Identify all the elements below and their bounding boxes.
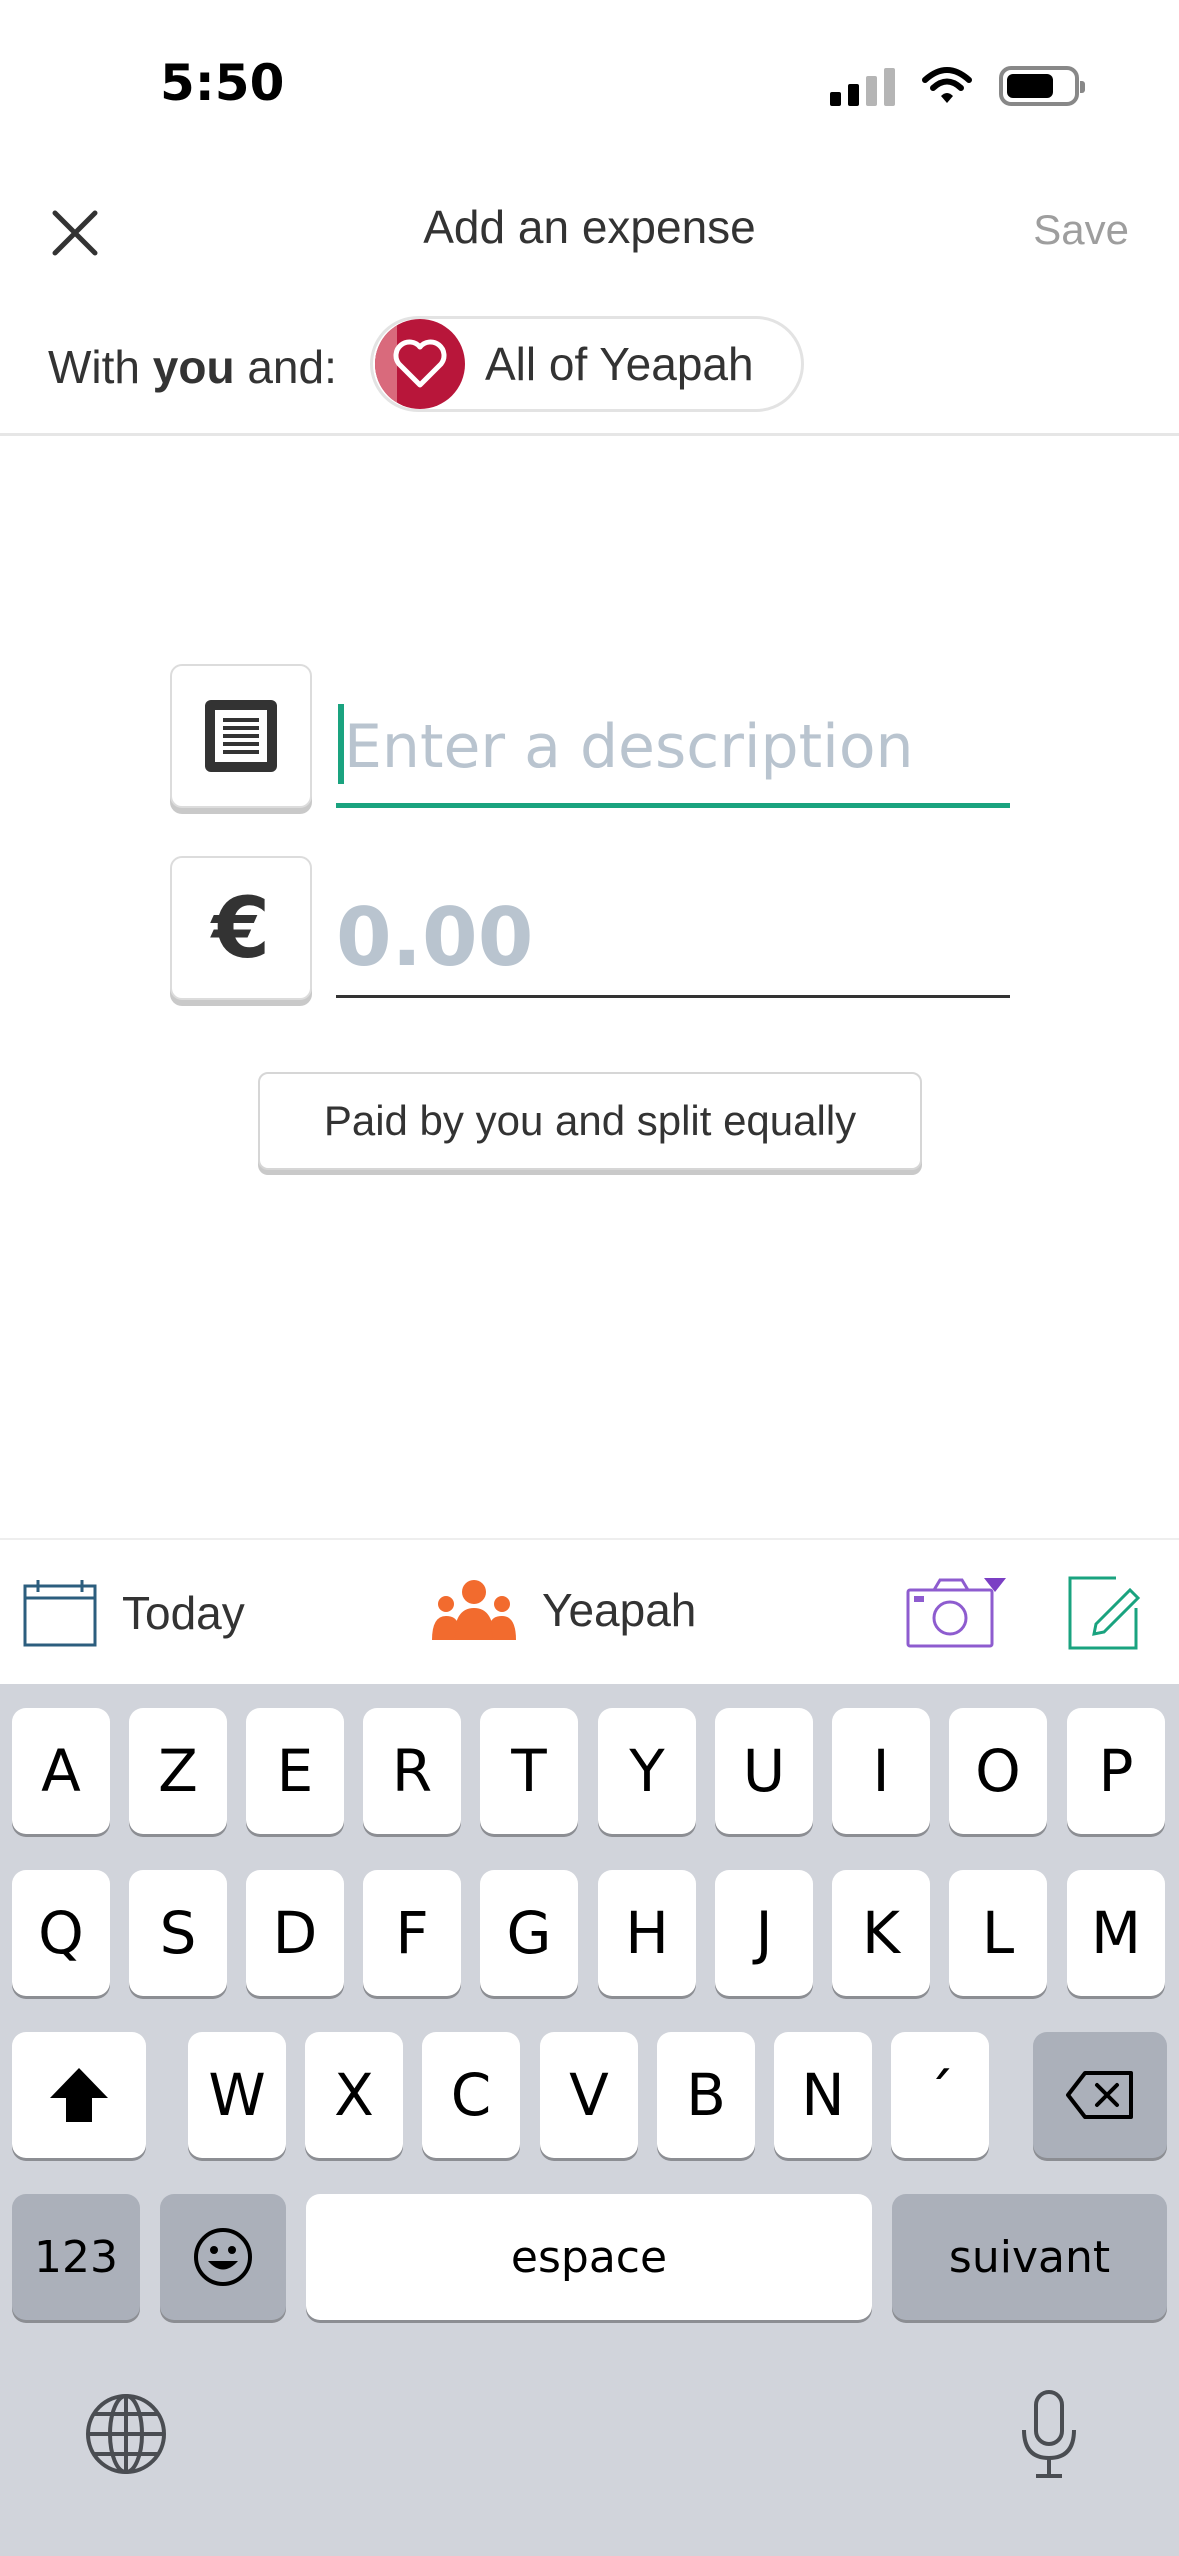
key-k[interactable]: K [832,1870,930,1996]
euro-icon: € [211,879,271,977]
camera-icon [906,1578,1006,1648]
keyboard: A Z E R T Y U I O P Q S D F G H J K L M … [0,1684,1179,2556]
calendar-icon [23,1580,97,1647]
key-v[interactable]: V [540,2032,638,2158]
status-bar: 5:50 [0,0,1179,170]
key-l[interactable]: L [949,1870,1047,1996]
with-row: With you and: All of Yeapah [0,310,1179,436]
key-f[interactable]: F [363,1870,461,1996]
microphone-icon [1022,2390,1076,2478]
wifi-icon [922,67,972,103]
key-m[interactable]: M [1067,1870,1165,1996]
status-icons [830,66,1085,106]
header: Add an expense Save [0,170,1179,290]
key-j[interactable]: J [715,1870,813,1996]
text-caret [338,704,344,784]
with-label: With you and: [48,341,337,393]
accessory-bar: Today Yeapah [0,1538,1179,1684]
key-r[interactable]: R [363,1708,461,1834]
key-y[interactable]: Y [598,1708,696,1834]
category-button[interactable] [170,664,312,808]
group-label: Yeapah [542,1584,697,1636]
description-field [336,690,1010,808]
receipt-icon [205,700,277,772]
amount-input[interactable] [336,880,1010,995]
group-avatar [375,319,465,409]
key-q[interactable]: Q [12,1870,110,1996]
shift-key[interactable] [12,2032,146,2158]
currency-button[interactable]: € [170,856,312,1000]
key-h[interactable]: H [598,1870,696,1996]
globe-icon [86,2394,166,2474]
save-button[interactable]: Save [1033,206,1129,254]
date-label: Today [122,1587,245,1639]
key-c[interactable]: C [422,2032,520,2158]
backspace-icon [1066,2071,1133,2119]
shift-icon [50,2068,108,2122]
description-input[interactable] [336,690,1010,803]
heart-icon [393,339,447,388]
emoji-key[interactable] [160,2194,286,2320]
key-n[interactable]: N [774,2032,872,2158]
numbers-key[interactable]: 123 [12,2194,140,2320]
key-t[interactable]: T [480,1708,578,1834]
microphone-button[interactable] [1018,2390,1080,2484]
space-key[interactable]: espace [306,2194,872,2320]
amount-field [336,880,1010,998]
key-a[interactable]: A [12,1708,110,1834]
key-e[interactable]: E [246,1708,344,1834]
globe-button[interactable] [84,2392,168,2480]
split-options-button[interactable]: Paid by you and split equally [258,1072,922,1170]
key-w[interactable]: W [188,2032,286,2158]
page-title: Add an expense [423,201,756,253]
group-button[interactable]: Yeapah [430,1578,696,1642]
key-z[interactable]: Z [129,1708,227,1834]
group-icon [432,1580,516,1640]
key-acute-accent[interactable]: ´ [891,2032,989,2158]
emoji-icon [194,2228,252,2286]
key-x[interactable]: X [305,2032,403,2158]
key-p[interactable]: P [1067,1708,1165,1834]
key-o[interactable]: O [949,1708,1047,1834]
key-b[interactable]: B [657,2032,755,2158]
return-key[interactable]: suivant [892,2194,1167,2320]
status-time: 5:50 [160,54,285,112]
key-s[interactable]: S [129,1870,227,1996]
notes-button[interactable] [1066,1574,1142,1656]
edit-note-icon [1068,1576,1141,1650]
key-u[interactable]: U [715,1708,813,1834]
backspace-key[interactable] [1033,2032,1167,2158]
key-g[interactable]: G [480,1870,578,1996]
cellular-signal-icon [830,66,895,106]
key-i[interactable]: I [832,1708,930,1834]
key-d[interactable]: D [246,1870,344,1996]
group-chip[interactable]: All of Yeapah [370,316,804,412]
date-button[interactable]: Today [22,1578,245,1648]
group-chip-label: All of Yeapah [485,338,754,390]
camera-button[interactable] [906,1574,1010,1654]
battery-icon [999,66,1085,106]
